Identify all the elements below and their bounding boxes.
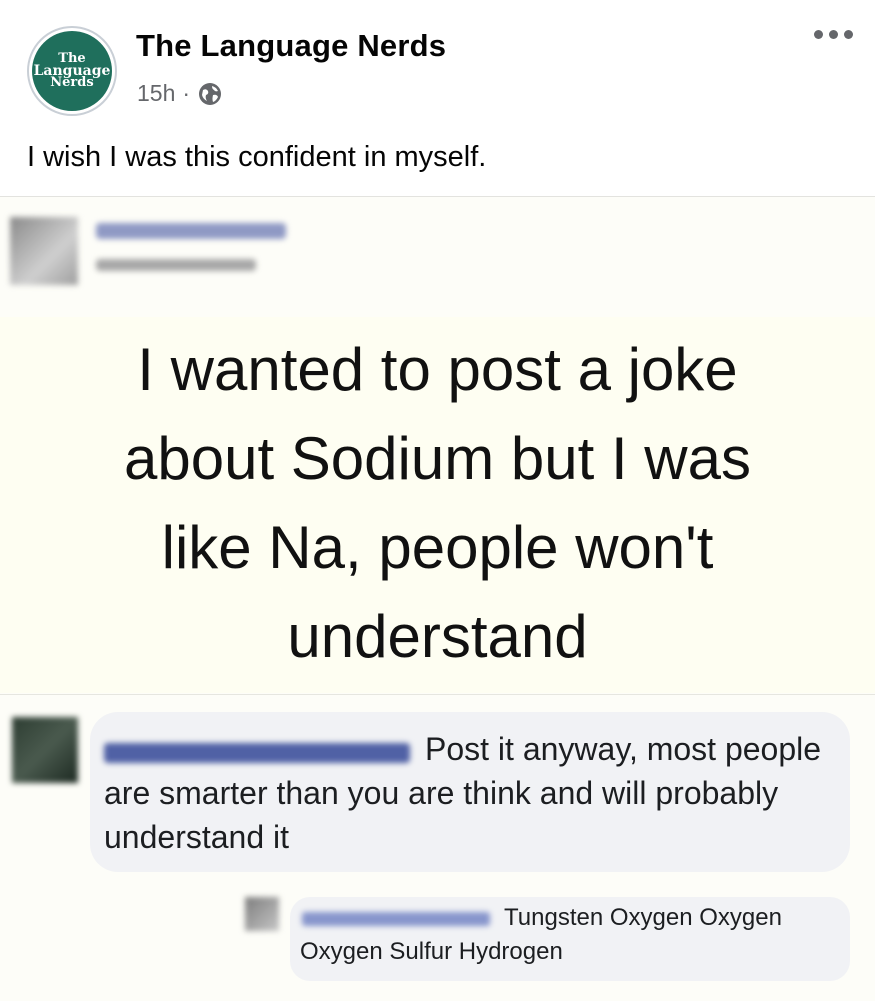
status-line: understand [287,603,588,670]
more-dot [844,30,853,39]
logo-word-3: Nerds [50,75,94,90]
meta-separator: · [182,80,191,106]
reply-avatar [245,897,279,931]
divider [0,694,875,695]
reply-text: Tungsten Oxygen Oxygen Oxygen Sulfur Hyd… [300,904,782,965]
more-options-button[interactable] [814,30,853,39]
commenter-avatar [12,717,78,783]
post-time[interactable]: 15h [137,80,175,107]
more-horizontal-icon [814,30,823,39]
status-line: like Na, people won't [161,514,714,581]
shared-screenshot[interactable]: I wanted to post a joke about Sodium but… [0,196,875,1001]
page-logo: The Language Nerds [32,31,112,111]
comment-text: Post it anyway, most people are smarter … [104,731,822,855]
original-post-time-redacted [96,259,256,271]
globe-icon[interactable] [197,81,223,107]
more-dot [829,30,838,39]
original-poster-avatar [10,217,78,285]
status-text: I wanted to post a joke about Sodium but… [0,325,875,681]
page-name[interactable]: The Language Nerds [136,28,446,64]
post-caption: I wish I was this confident in myself. [27,141,487,173]
status-line: about Sodium but I was [123,425,752,492]
page-avatar[interactable]: The Language Nerds [27,26,117,116]
original-poster-name-redacted [96,223,286,239]
post-meta: 15h · [137,80,223,107]
status-line: I wanted to post a joke [137,336,738,403]
